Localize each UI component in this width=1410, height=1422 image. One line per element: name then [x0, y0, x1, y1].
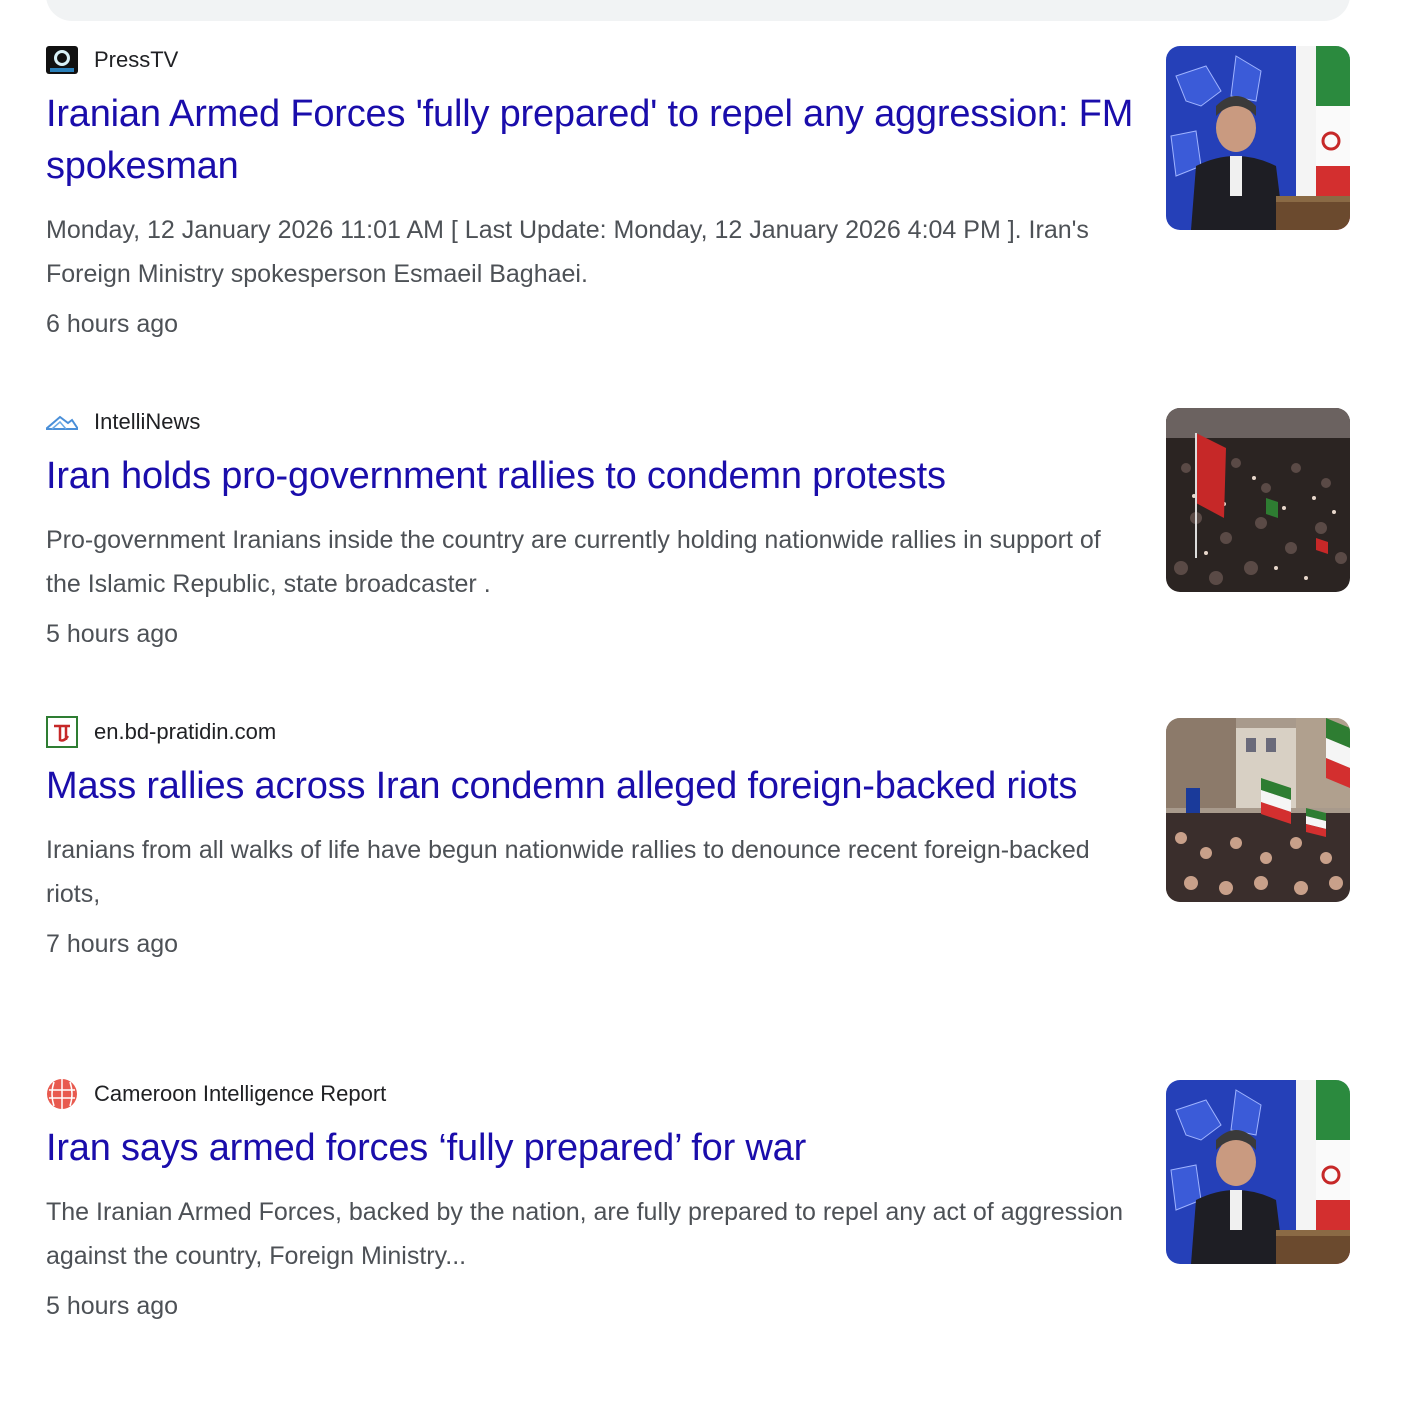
news-result[interactable]: en.bd-pratidin.com Mass rallies across I… — [46, 712, 1350, 1074]
result-text-column: en.bd-pratidin.com Mass rallies across I… — [46, 712, 1140, 1074]
intellinews-logo-icon — [46, 406, 78, 438]
timestamp: 5 hours ago — [46, 1292, 179, 1320]
source-name: en.bd-pratidin.com — [94, 719, 277, 744]
source-row[interactable]: en.bd-pratidin.com — [46, 712, 1140, 752]
news-result[interactable]: Cameroon Intelligence Report Iran says a… — [46, 1074, 1350, 1384]
presstv-logo-icon — [46, 44, 78, 76]
timestamp: 6 hours ago — [46, 310, 179, 338]
headline-link[interactable]: Iran says armed forces ‘fully prepared’ … — [46, 1122, 1140, 1174]
news-result[interactable]: IntelliNews Iran holds pro-government ra… — [46, 402, 1350, 712]
news-result[interactable]: PressTV Iranian Armed Forces 'fully prep… — [46, 40, 1350, 402]
headline-link[interactable]: Iran holds pro-government rallies to con… — [46, 450, 1140, 502]
result-text-column: IntelliNews Iran holds pro-government ra… — [46, 402, 1140, 712]
spokesman-podium-image[interactable] — [1166, 1080, 1350, 1264]
news-results-page: PressTV Iranian Armed Forces 'fully prep… — [0, 0, 1410, 1422]
headline-link[interactable]: Iranian Armed Forces 'fully prepared' to… — [46, 88, 1140, 192]
source-row[interactable]: Cameroon Intelligence Report — [46, 1074, 1140, 1114]
snippet: Pro-government Iranians inside the count… — [46, 526, 1101, 598]
search-bar-bottom-edge — [46, 0, 1350, 21]
spokesman-podium-image[interactable] — [1166, 46, 1350, 230]
street-rally-flags-image[interactable] — [1166, 718, 1350, 902]
bd-pratidin-logo-icon — [46, 716, 78, 748]
source-row[interactable]: PressTV — [46, 40, 1140, 80]
source-name: IntelliNews — [94, 409, 201, 434]
result-text-column: Cameroon Intelligence Report Iran says a… — [46, 1074, 1140, 1384]
snippet: Iranians from all walks of life have beg… — [46, 836, 1090, 908]
result-text-column: PressTV Iranian Armed Forces 'fully prep… — [46, 40, 1140, 402]
headline-link[interactable]: Mass rallies across Iran condemn alleged… — [46, 760, 1140, 812]
source-row[interactable]: IntelliNews — [46, 402, 1140, 442]
source-name: Cameroon Intelligence Report — [94, 1081, 387, 1106]
news-results-list: PressTV Iranian Armed Forces 'fully prep… — [46, 40, 1350, 1384]
timestamp: 7 hours ago — [46, 930, 179, 958]
timestamp: 5 hours ago — [46, 620, 179, 648]
snippet: The Iranian Armed Forces, backed by the … — [46, 1198, 1124, 1270]
crowd-rally-image[interactable] — [1166, 408, 1350, 592]
snippet: Monday, 12 January 2026 11:01 AM [ Last … — [46, 216, 1089, 288]
cameroon-report-logo-icon — [46, 1078, 78, 1110]
source-name: PressTV — [94, 47, 179, 72]
